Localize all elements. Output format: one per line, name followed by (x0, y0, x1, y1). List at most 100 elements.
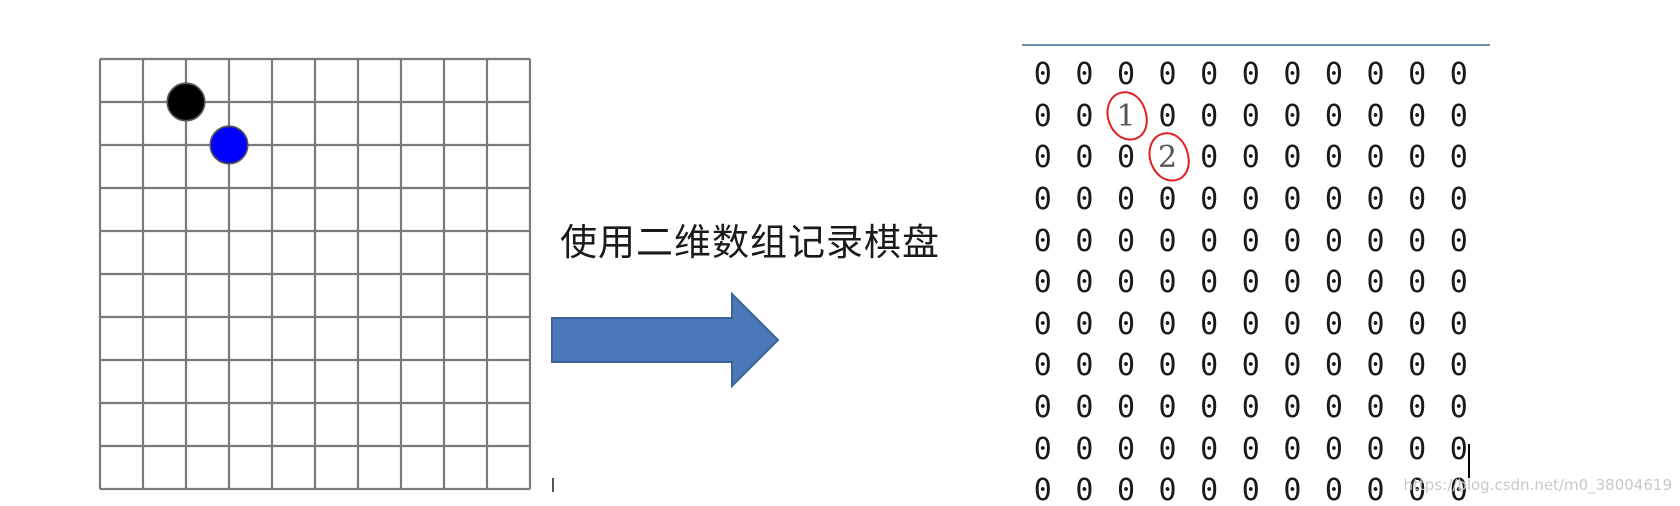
matrix-value: 0 (1408, 182, 1427, 218)
matrix-cell: 0 (1105, 262, 1147, 304)
matrix-cell: 0 (1438, 304, 1480, 346)
matrix-cell: 0 (1105, 54, 1147, 96)
matrix-cell: 0 (1355, 220, 1397, 262)
matrix-value: 0 (1158, 431, 1177, 467)
matrix-value: 0 (1408, 98, 1427, 134)
right-arrow-icon (551, 292, 780, 388)
matrix-cell: 0 (1147, 304, 1189, 346)
matrix-value: 0 (1366, 473, 1385, 506)
matrix-row: 00100000000 (1022, 86, 1480, 145)
matrix-cell: 0 (1022, 96, 1064, 138)
tick-mark (552, 478, 554, 492)
matrix-value: 0 (1033, 57, 1052, 93)
watermark-text: https://blog.csdn.net/m0_38004619 (1403, 476, 1672, 494)
matrix-value: 0 (1283, 98, 1302, 134)
matrix-cell: 0 (1230, 428, 1272, 470)
matrix-value: 0 (1158, 98, 1177, 134)
matrix-cell: 0 (1272, 96, 1314, 138)
matrix-value: 0 (1158, 473, 1177, 506)
matrix-cell: 0 (1272, 179, 1314, 221)
matrix-cell: 0 (1230, 220, 1272, 262)
matrix-cell: 0 (1064, 470, 1106, 506)
matrix-cell: 0 (1438, 345, 1480, 387)
matrix-cell: 0 (1396, 428, 1438, 470)
matrix-value: 0 (1366, 182, 1385, 218)
blue-stone (209, 125, 249, 165)
matrix-value: 0 (1408, 57, 1427, 93)
matrix-row: 00000000000 (1022, 54, 1480, 96)
matrix-value: 0 (1408, 390, 1427, 426)
matrix-value: 0 (1158, 57, 1177, 93)
matrix-cell: 0 (1438, 428, 1480, 470)
matrix-cell: 0 (1313, 304, 1355, 346)
matrix-cell: 0 (1188, 470, 1230, 506)
matrix-cell: 0 (1396, 387, 1438, 429)
matrix-value: 0 (1366, 98, 1385, 134)
matrix-value: 0 (1324, 98, 1343, 134)
matrix-cell: 0 (1355, 262, 1397, 304)
matrix-value: 0 (1241, 348, 1260, 384)
matrix-value: 0 (1408, 348, 1427, 384)
matrix-cell: 0 (1105, 220, 1147, 262)
matrix-cell: 0 (1105, 387, 1147, 429)
matrix-cell: 0 (1396, 137, 1438, 179)
matrix-value: 0 (1033, 182, 1052, 218)
matrix-cell: 0 (1064, 179, 1106, 221)
matrix-value: 0 (1075, 182, 1094, 218)
matrix-value: 0 (1158, 223, 1177, 259)
matrix-cell: 0 (1147, 428, 1189, 470)
matrix-cell: 0 (1188, 262, 1230, 304)
matrix-value: 0 (1241, 390, 1260, 426)
matrix-value: 0 (1366, 140, 1385, 176)
matrix-cell: 0 (1313, 179, 1355, 221)
matrix-cell: 0 (1272, 387, 1314, 429)
matrix-cell: 0 (1272, 220, 1314, 262)
matrix-cell: 0 (1022, 387, 1064, 429)
matrix-value: 0 (1116, 182, 1136, 218)
matrix-value: 0 (1449, 265, 1468, 301)
matrix-value: 0 (1241, 265, 1260, 301)
matrix-cell: 0 (1272, 137, 1314, 179)
matrix-value: 0 (1158, 306, 1177, 342)
matrix-value: 0 (1033, 140, 1052, 176)
matrix-cell: 0 (1355, 179, 1397, 221)
matrix-value: 0 (1200, 473, 1219, 506)
matrix-value: 0 (1449, 306, 1468, 342)
matrix-value: 0 (1033, 390, 1052, 426)
matrix-value: 0 (1408, 223, 1427, 259)
matrix-cell: 0 (1230, 54, 1272, 96)
matrix-cell: 0 (1230, 96, 1272, 138)
matrix-cell: 0 (1396, 179, 1438, 221)
matrix-value: 0 (1033, 431, 1052, 467)
matrix-cell: 0 (1188, 179, 1230, 221)
matrix-cell: 0 (1064, 428, 1106, 470)
matrix-value: 0 (1449, 140, 1468, 176)
matrix-cell: 0 (1272, 428, 1314, 470)
matrix-cell: 0 (1230, 387, 1272, 429)
matrix-cell: 0 (1272, 304, 1314, 346)
matrix-value: 0 (1366, 223, 1385, 259)
matrix-value: 0 (1200, 57, 1219, 93)
matrix-value: 0 (1200, 140, 1219, 176)
matrix-cell: 0 (1355, 137, 1397, 179)
matrix-row: 00000000000 (1022, 179, 1480, 221)
matrix-value: 0 (1033, 223, 1052, 259)
matrix-value: 0 (1449, 182, 1468, 218)
matrix-value: 0 (1033, 306, 1052, 342)
matrix-cell: 0 (1438, 262, 1480, 304)
matrix-value: 0 (1200, 431, 1219, 467)
matrix-cell: 0 (1355, 387, 1397, 429)
matrix-cell: 0 (1105, 428, 1147, 470)
matrix-value: 0 (1200, 306, 1219, 342)
matrix-value: 0 (1366, 57, 1385, 93)
matrix-cell: 0 (1022, 345, 1064, 387)
matrix-value: 0 (1449, 348, 1468, 384)
matrix-cell: 0 (1105, 137, 1147, 179)
matrix-value: 0 (1116, 473, 1136, 506)
matrix-value: 0 (1033, 265, 1052, 301)
matrix-value: 0 (1200, 98, 1219, 134)
matrix-cell: 0 (1230, 470, 1272, 506)
matrix-cell: 0 (1064, 96, 1106, 138)
matrix-cell: 0 (1147, 387, 1189, 429)
matrix-value: 2 (1158, 140, 1178, 176)
